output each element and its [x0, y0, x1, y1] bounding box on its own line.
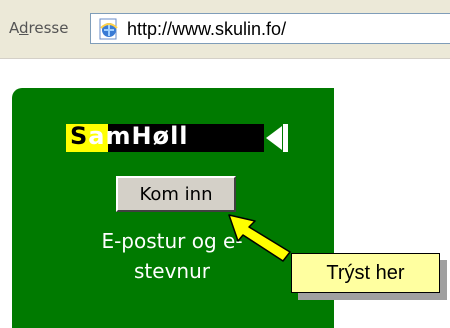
callout-tooltip: Trýst her	[291, 253, 440, 293]
address-input[interactable]: http://www.skulin.fo/	[90, 13, 450, 44]
samholl-logo: SamHøll	[66, 122, 288, 152]
ie-page-icon	[99, 18, 118, 40]
address-url: http://www.skulin.fo/	[127, 19, 287, 39]
address-bar: Adresse http://www.skulin.fo/	[0, 0, 450, 59]
address-label: Adresse	[9, 19, 69, 37]
logo-arrow-icon	[266, 126, 282, 150]
panel-description: E-postur og e- stevnur	[101, 229, 243, 283]
kom-inn-button[interactable]: Kom inn	[116, 176, 236, 212]
